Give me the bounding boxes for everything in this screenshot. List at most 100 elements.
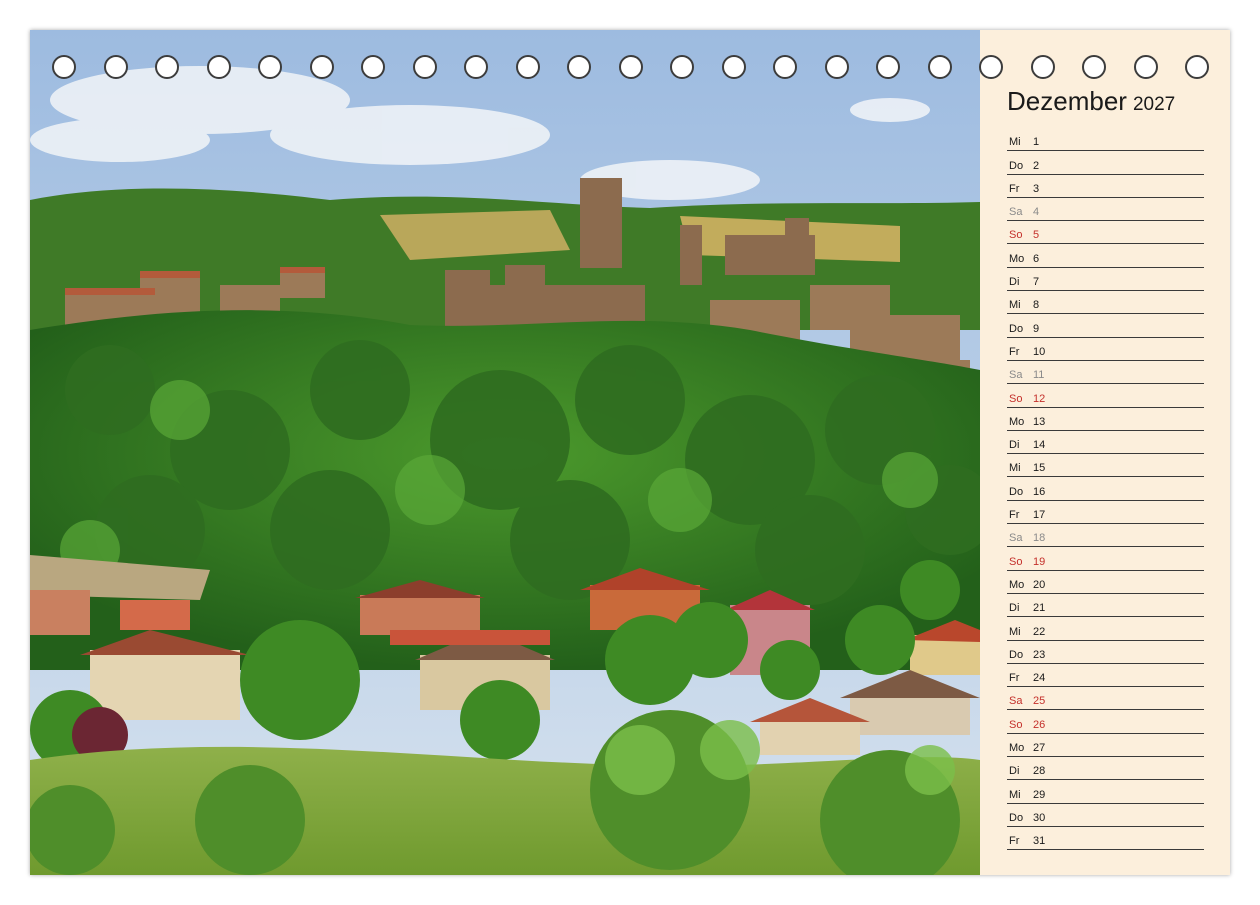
day-number: 5 bbox=[1033, 229, 1040, 242]
binding-ring bbox=[773, 55, 797, 79]
weekday-label: Di bbox=[1009, 276, 1020, 289]
binding-ring bbox=[824, 55, 849, 79]
day-number: 21 bbox=[1033, 602, 1046, 615]
weekday-label: So bbox=[1009, 392, 1023, 405]
weekday-label: Mi bbox=[1009, 136, 1021, 149]
month-name: Dezember bbox=[1007, 86, 1127, 116]
day-number: 24 bbox=[1033, 672, 1046, 685]
day-number: 9 bbox=[1033, 322, 1040, 335]
day-number: 11 bbox=[1033, 369, 1045, 382]
weekday-label: Di bbox=[1009, 439, 1020, 452]
day-row: Do 16 bbox=[1007, 477, 1204, 501]
binding-ring bbox=[618, 55, 643, 79]
weekday-label: Do bbox=[1009, 159, 1024, 172]
weekday-label: Sa bbox=[1009, 369, 1023, 382]
binding-ring bbox=[721, 55, 746, 79]
binding-ring bbox=[155, 55, 179, 79]
weekday-label: Mi bbox=[1009, 299, 1021, 312]
day-row: Mo 13 bbox=[1007, 408, 1204, 431]
weekday-label: Fr bbox=[1009, 182, 1020, 195]
weekday-label: Mo bbox=[1009, 415, 1025, 428]
day-row: So 12 bbox=[1007, 384, 1204, 408]
binding-ring bbox=[206, 55, 231, 79]
binding-ring bbox=[670, 55, 694, 79]
weekday-label: Do bbox=[1009, 811, 1024, 824]
weekday-label: Mo bbox=[1009, 252, 1025, 265]
day-number: 22 bbox=[1033, 625, 1046, 638]
weekday-label: Mi bbox=[1009, 788, 1021, 801]
day-row: So 19 bbox=[1007, 547, 1204, 571]
binding-ring bbox=[515, 55, 540, 79]
day-row: Do 23 bbox=[1007, 641, 1204, 664]
day-number: 10 bbox=[1033, 345, 1046, 358]
landscape-photo bbox=[30, 30, 980, 875]
binding-ring bbox=[979, 55, 1003, 79]
binding-ring bbox=[1030, 55, 1055, 79]
binding-ring bbox=[1133, 55, 1158, 79]
day-number: 29 bbox=[1033, 788, 1046, 801]
weekday-label: Di bbox=[1009, 602, 1020, 615]
hilltop-village-illustration bbox=[30, 30, 980, 875]
day-number: 17 bbox=[1033, 509, 1046, 522]
day-number: 3 bbox=[1033, 182, 1040, 195]
day-list: Mi 1 Do 2 Fr 3 Sa 4 So 5 Mo 6 Di 7 Mi 8 Do 9 Fr 10 Sa 11 So 12 M… bbox=[1007, 128, 1204, 851]
day-row: Mi 29 bbox=[1007, 780, 1204, 804]
calendar-page: Dezember 2027 Mi 1 Do 2 Fr 3 Sa 4 So 5 Mo 6 Di 7 Mi 8 Do 9… bbox=[30, 30, 1230, 875]
day-row: Do 30 bbox=[1007, 804, 1204, 827]
binding-ring bbox=[1185, 55, 1209, 79]
day-row: Mi 8 bbox=[1007, 291, 1204, 315]
day-row: Sa 11 bbox=[1007, 361, 1204, 385]
weekday-label: Sa bbox=[1009, 206, 1023, 219]
day-row: Mi 15 bbox=[1007, 454, 1204, 478]
day-number: 6 bbox=[1033, 252, 1040, 265]
day-number: 1 bbox=[1033, 136, 1040, 149]
spiral-binding bbox=[52, 55, 1224, 79]
day-number: 7 bbox=[1033, 276, 1040, 289]
day-row: Fr 10 bbox=[1007, 338, 1204, 361]
day-number: 13 bbox=[1033, 415, 1046, 428]
day-number: 8 bbox=[1033, 299, 1040, 312]
day-row: Sa 18 bbox=[1007, 524, 1204, 548]
day-row: Mi 1 bbox=[1007, 128, 1204, 152]
weekday-label: Sa bbox=[1009, 532, 1023, 545]
binding-ring bbox=[876, 55, 900, 79]
weekday-label: Fr bbox=[1009, 835, 1020, 848]
weekday-label: Mi bbox=[1009, 462, 1021, 475]
weekday-label: Do bbox=[1009, 485, 1024, 498]
day-number: 26 bbox=[1033, 718, 1046, 731]
binding-ring bbox=[103, 55, 128, 79]
day-row: Fr 17 bbox=[1007, 501, 1204, 525]
weekday-label: So bbox=[1009, 555, 1023, 568]
weekday-label: Mi bbox=[1009, 625, 1021, 638]
day-number: 2 bbox=[1033, 159, 1040, 172]
binding-ring bbox=[361, 55, 385, 79]
day-row: Do 9 bbox=[1007, 314, 1204, 338]
calendar-panel: Dezember 2027 Mi 1 Do 2 Fr 3 Sa 4 So 5 Mo 6 Di 7 Mi 8 Do 9… bbox=[980, 30, 1230, 875]
day-number: 30 bbox=[1033, 811, 1046, 824]
binding-ring bbox=[258, 55, 282, 79]
day-number: 28 bbox=[1033, 765, 1046, 778]
day-row: Fr 24 bbox=[1007, 664, 1204, 688]
day-number: 31 bbox=[1033, 835, 1046, 848]
day-row: Mo 6 bbox=[1007, 244, 1204, 268]
binding-ring bbox=[52, 55, 76, 79]
day-row: So 26 bbox=[1007, 710, 1204, 734]
day-number: 16 bbox=[1033, 485, 1046, 498]
weekday-label: Mo bbox=[1009, 742, 1025, 755]
binding-ring bbox=[309, 55, 334, 79]
weekday-label: Sa bbox=[1009, 695, 1023, 708]
day-row: Fr 3 bbox=[1007, 175, 1204, 198]
day-row: Mo 20 bbox=[1007, 571, 1204, 594]
day-row: Di 28 bbox=[1007, 757, 1204, 781]
day-number: 18 bbox=[1033, 532, 1046, 545]
day-row: Mi 22 bbox=[1007, 617, 1204, 641]
weekday-label: Mo bbox=[1009, 578, 1025, 591]
day-row: Di 14 bbox=[1007, 431, 1204, 455]
day-row: Di 21 bbox=[1007, 594, 1204, 618]
day-row: Fr 31 bbox=[1007, 827, 1204, 851]
day-row: Di 7 bbox=[1007, 268, 1204, 292]
day-number: 4 bbox=[1033, 206, 1040, 219]
day-number: 20 bbox=[1033, 578, 1046, 591]
weekday-label: Fr bbox=[1009, 672, 1020, 685]
month-title: Dezember 2027 bbox=[1007, 86, 1175, 117]
